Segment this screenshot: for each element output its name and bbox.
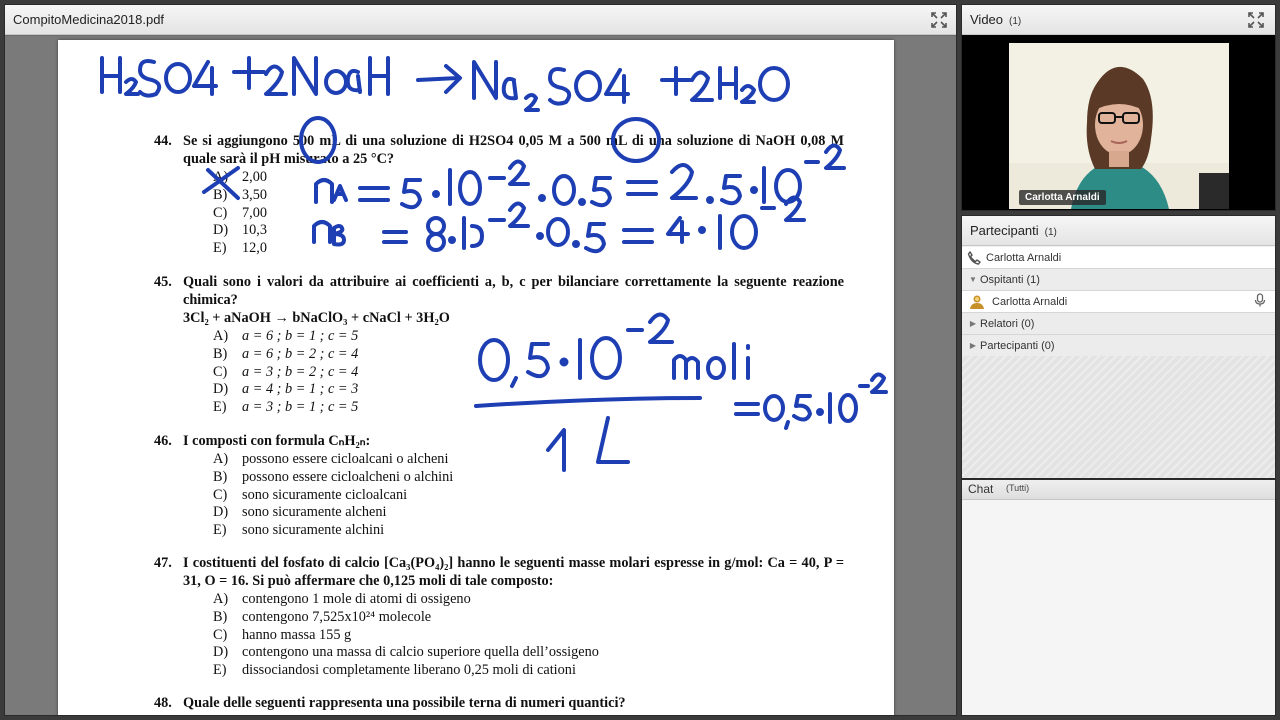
participants-pod: Partecipanti (1) Carlotta Arnaldi ▼ Ospit… — [961, 215, 1276, 479]
group-label: Partecipanti (0) — [980, 339, 1055, 352]
question-number: 44. — [154, 133, 172, 149]
option-e: E) dissociandosi completamente liberano 0… — [213, 662, 576, 679]
option-c: C) 7,00 — [213, 204, 268, 221]
presenter-image — [1009, 43, 1229, 209]
chat-pod-header: Chat (Tutti) — [962, 480, 1275, 500]
empty-list-area — [962, 356, 1275, 478]
option-a: A) a = 6 ; b = 1 ; c = 5 — [213, 328, 359, 344]
option-b: B) 3,50 — [213, 186, 268, 203]
host-role-icon — [962, 294, 992, 310]
webcam-video[interactable]: Carlotta Arnaldi — [1009, 43, 1229, 209]
presenter-name-tag: Carlotta Arnaldi — [1019, 190, 1106, 205]
question-48: 48. Quale delle seguenti rappresenta una… — [154, 694, 844, 712]
participants-pod-header: Partecipanti (1) — [962, 216, 1275, 246]
question-47: 47. I costituenti del fosfato di calcio … — [154, 554, 844, 679]
option-b: B) contengono 7,525x10²⁴ molecole — [213, 608, 432, 625]
group-label: Ospitanti (1) — [980, 273, 1040, 286]
option-d: D) sono sicuramente alcheni — [213, 504, 387, 521]
question-number: 46. — [154, 433, 172, 449]
question-44: 44. Se si aggiungono 500 mL di una soluz… — [154, 132, 844, 257]
question-number: 47. — [154, 555, 172, 571]
chat-title: Chat — [968, 482, 994, 496]
participants-pod-title: Partecipanti (1) — [970, 223, 1057, 238]
video-pod-title: Video (1) — [970, 12, 1022, 27]
right-panel: Video (1) Carlotta Arnaldi Partecipanti … — [961, 4, 1276, 716]
chat-scope[interactable]: (Tutti) — [1006, 483, 1029, 493]
option-d: D) contengono una massa di calcio superio… — [213, 644, 599, 661]
question-46: 46. I composti con formula CₙH₂ₙ: A) poss… — [154, 432, 844, 539]
option-a: A) 2,00 — [213, 169, 268, 185]
question-text: Se si aggiungono 500 mL di una soluzione… — [183, 133, 844, 167]
fullscreen-icon[interactable] — [930, 11, 948, 29]
question-45: 45. Quali sono i valori da attribuire ai… — [154, 273, 844, 416]
document-pod-header: CompitoMedicina2018.pdf — [5, 5, 956, 35]
expand-triangle-icon: ▶ — [969, 341, 977, 350]
option-a: A) possono essere cicloalcani o alcheni — [213, 451, 449, 467]
chat-pod: Chat (Tutti) — [961, 479, 1276, 716]
document-pod: CompitoMedicina2018.pdf 44. Se si aggiun… — [4, 4, 957, 716]
video-pod-header: Video (1) — [962, 5, 1275, 35]
question-number: 45. — [154, 274, 172, 290]
group-label: Relatori (0) — [980, 317, 1035, 330]
meeting-app: CompitoMedicina2018.pdf 44. Se si aggiun… — [0, 0, 1280, 720]
option-b: B) possono essere cicloalcheni o alchini — [213, 468, 454, 485]
host-name: Carlotta Arnaldi — [986, 251, 1062, 264]
group-relatori[interactable]: ▶ Relatori (0) — [962, 313, 1275, 335]
option-c: C) a = 3 ; b = 2 ; c = 4 — [213, 363, 359, 380]
document-title: CompitoMedicina2018.pdf — [13, 12, 165, 27]
question-text: Quali sono i valori da attribuire ai coe… — [183, 274, 844, 308]
reaction-formula: 3Cl₂ + aNaOH → bNaClO₃ + cNaCl + 3H₂O — [183, 310, 450, 326]
fullscreen-icon[interactable] — [1247, 11, 1265, 29]
group-ospitanti[interactable]: ▼ Ospitanti (1) — [962, 269, 1275, 291]
question-text: Quale delle seguenti rappresenta una pos… — [183, 695, 626, 711]
option-a: A) contengono 1 mole di atomi di ossigeno — [213, 591, 471, 607]
option-d: D) 10,3 — [213, 222, 268, 239]
option-c: C) sono sicuramente cicloalcani — [213, 486, 408, 503]
option-e: E) 12,0 — [213, 240, 268, 257]
group-partecipanti[interactable]: ▶ Partecipanti (0) — [962, 335, 1275, 357]
option-e: E) sono sicuramente alchini — [213, 522, 385, 539]
video-pod: Video (1) Carlotta Arnaldi — [961, 4, 1276, 211]
host-phone-row[interactable]: Carlotta Arnaldi — [962, 247, 1275, 269]
question-text: I costituenti del fosfato di calcio [Ca₃… — [183, 555, 844, 589]
option-c: C) hanno massa 155 g — [213, 626, 352, 643]
participant-name: Carlotta Arnaldi — [992, 295, 1068, 308]
question-text: I composti con formula CₙH₂ₙ: — [183, 433, 371, 449]
question-number: 48. — [154, 695, 172, 711]
option-d: D) a = 4 ; b = 1 ; c = 3 — [213, 381, 359, 398]
microphone-icon[interactable] — [1253, 293, 1267, 310]
option-b: B) a = 6 ; b = 2 ; c = 4 — [213, 345, 359, 362]
expand-triangle-icon: ▶ — [969, 319, 977, 328]
option-e: E) a = 3 ; b = 1 ; c = 5 — [213, 399, 359, 416]
collapse-triangle-icon: ▼ — [969, 275, 977, 284]
document-viewer[interactable]: 44. Se si aggiungono 500 mL di una soluz… — [5, 36, 956, 715]
chat-messages[interactable] — [962, 501, 1275, 715]
pdf-page: 44. Se si aggiungono 500 mL di una soluz… — [58, 40, 894, 715]
participant-row[interactable]: Carlotta Arnaldi — [962, 291, 1275, 313]
phone-icon — [962, 250, 986, 265]
